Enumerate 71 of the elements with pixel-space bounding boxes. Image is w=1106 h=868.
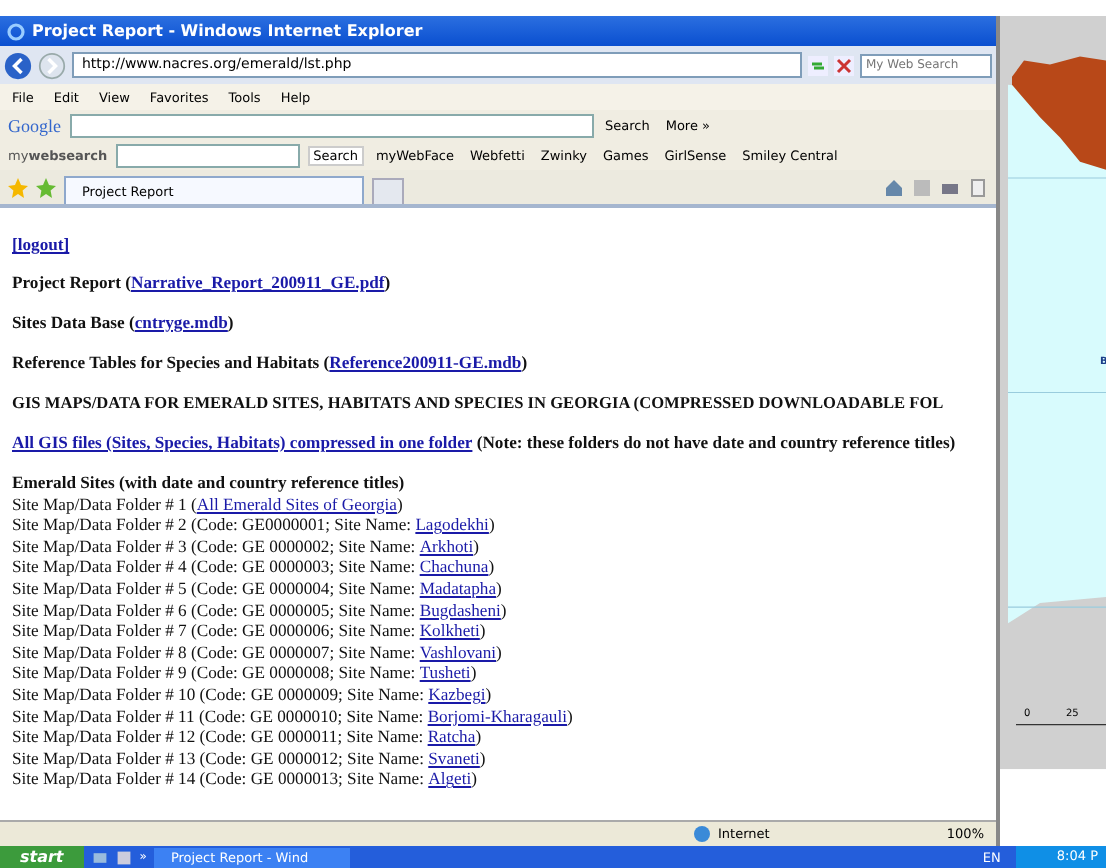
site-link[interactable]: Vashlovani: [419, 641, 497, 663]
sites-heading: Emerald Sites (with date and country reference titles): [12, 472, 407, 494]
folder-label: Site Map/Data Folder # 6 (Code: GE 0000005; Site Name:: [12, 599, 418, 620]
site-link[interactable]: Tusheti: [419, 662, 471, 684]
section-label: Sites Data Base (: [12, 312, 135, 332]
site-link[interactable]: Chachuna: [419, 556, 489, 578]
file-link[interactable]: Narrative_Report_200911_GE.pdf: [131, 272, 385, 294]
star-icon[interactable]: [8, 177, 28, 197]
folder-label: Site Map/Data Folder # 9 (Code: GE 0000008; Site Name:: [12, 662, 418, 683]
folder-label: Site Map/Data Folder # 3 (Code: GE 0000002; Site Name:: [12, 535, 418, 556]
google-logo: Google: [8, 115, 61, 135]
paren-text: ): [488, 556, 495, 577]
site-link[interactable]: Lagodekhi: [415, 514, 489, 536]
stop-button[interactable]: [834, 55, 854, 75]
paren-text: ): [567, 705, 573, 726]
folder-label: Site Map/Data Folder # 10 (Code: GE 0000009; Site Name:: [12, 683, 426, 704]
add-favorite-icon[interactable]: [36, 177, 56, 197]
logout-link[interactable]: [logout]: [12, 234, 70, 254]
site-link[interactable]: Kolkheti: [419, 620, 480, 642]
paren-text: ): [485, 683, 492, 704]
site-link[interactable]: Kazbegi: [428, 683, 486, 706]
refresh-button[interactable]: [808, 55, 828, 75]
site-link[interactable]: Madatapha: [419, 577, 497, 600]
paren-text: ): [384, 272, 391, 292]
paren-text: ): [496, 641, 502, 662]
section-heading: GIS MAPS/DATA FOR EMERALD SITES, HABITATS AND SPECIES IN GEORGIA (COMPRESSED DOWNLOADABLE FOL: [12, 394, 944, 412]
site-link[interactable]: Ratcha: [427, 726, 476, 748]
folder-label: Site Map/Data Folder # 14 (Code: GE 0000013; Site Name:: [12, 768, 426, 789]
folder-label: Site Map/Data Folder # 1 (: [12, 493, 197, 514]
folder-label: Site Map/Data Folder # 7 (Code: GE 0000006; Site Name:: [12, 620, 418, 641]
google-search-field[interactable]: [69, 113, 593, 137]
globe-icon: [692, 824, 712, 844]
new-tab-button[interactable]: [372, 178, 404, 204]
start-button[interactable]: start: [0, 846, 84, 868]
folder-label: Site Map/Data Folder # 4 (Code: GE 0000003; Site Name:: [12, 556, 418, 577]
site-link[interactable]: Algeti: [428, 768, 472, 790]
paren-text: ): [496, 577, 502, 598]
folder-label: Site Map/Data Folder # 11 (Code: GE 0000010; Site Name:: [12, 705, 426, 726]
folder-label: Site Map/Data Folder # 5 (Code: GE 0000004; Site Name:: [12, 577, 418, 598]
home-icon[interactable]: [884, 177, 904, 197]
folder-label: Site Map/Data Folder # 8 (Code: GE 0000007; Site Name:: [12, 641, 418, 662]
back-button[interactable]: [4, 51, 32, 79]
paren-text: ): [479, 620, 486, 641]
file-link[interactable]: Reference200911-GE.mdb: [329, 352, 522, 374]
folder-label: Site Map/Data Folder # 12 (Code: GE 0000011; Site Name:: [12, 726, 426, 747]
paren-text: ): [500, 599, 507, 620]
site-link[interactable]: Arkhoti: [419, 535, 474, 557]
paren-text: ): [521, 352, 528, 372]
site-link[interactable]: All Emerald Sites of Georgia: [196, 493, 397, 515]
site-link[interactable]: Borjomi-Kharagauli: [427, 705, 567, 727]
page-icon[interactable]: [968, 177, 988, 197]
section-label: Project Report (: [12, 272, 131, 292]
paren-text: ): [396, 493, 403, 514]
section-label: Reference Tables for Species and Habitats (: [12, 352, 330, 372]
paren-text: ): [471, 768, 477, 789]
paren-text: ): [470, 662, 477, 683]
paren-text: ): [473, 535, 479, 556]
note-text: (Note: these folders do not have date and country reference titles): [474, 432, 956, 452]
forward-button[interactable]: [38, 51, 66, 79]
mywebsearch-field[interactable]: [115, 143, 300, 167]
download-link[interactable]: All GIS files (Sites, Species, Habitats) compressed in one folder: [12, 432, 473, 454]
paren-text: ): [488, 514, 495, 535]
site-link[interactable]: Svaneti: [428, 747, 480, 769]
window-title: Project Report - Windows Internet Explorer: [32, 22, 423, 40]
paren-text: ): [227, 312, 234, 332]
folder-label: Site Map/Data Folder # 2 (Code: GE0000001; Site Name:: [12, 514, 414, 535]
paren-text: ): [479, 747, 486, 768]
folder-label: Site Map/Data Folder # 13 (Code: GE 0000012; Site Name:: [12, 747, 426, 768]
paren-text: ): [475, 726, 482, 747]
site-link[interactable]: Bugdasheni: [419, 599, 501, 621]
file-link[interactable]: cntryge.mdb: [134, 312, 228, 334]
